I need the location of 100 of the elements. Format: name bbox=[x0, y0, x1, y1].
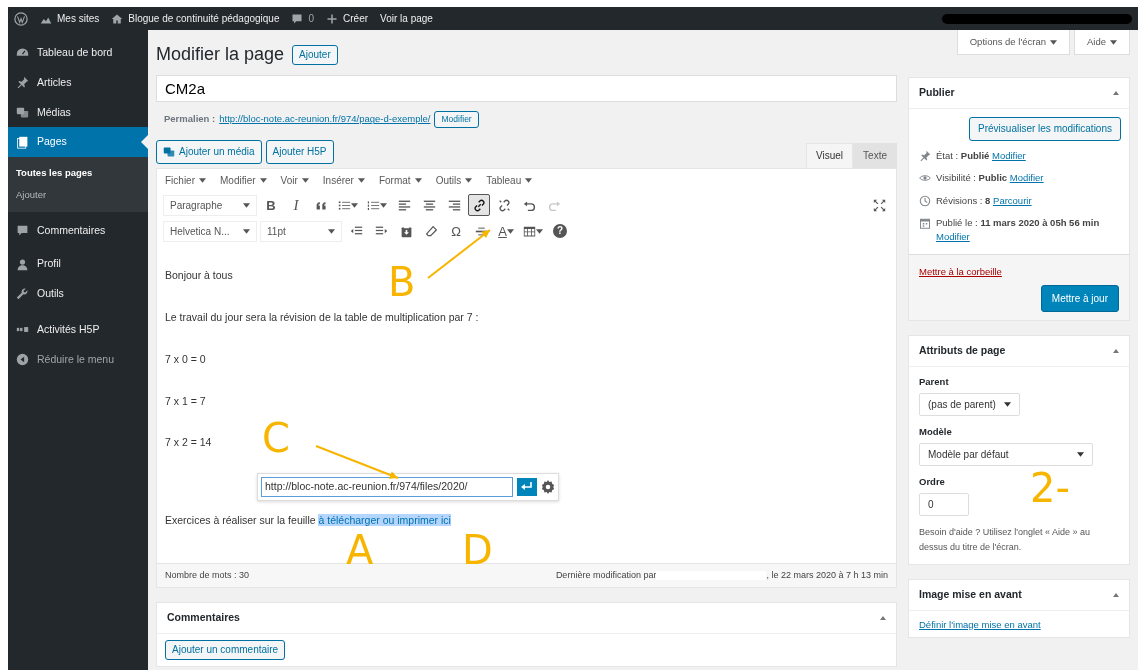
redo-icon bbox=[547, 199, 561, 212]
wrench-icon bbox=[16, 287, 29, 301]
order-field[interactable]: 0 bbox=[919, 493, 969, 517]
panel-title: Attributs de page bbox=[919, 342, 1006, 358]
edit-permalink-button[interactable]: Modifier bbox=[434, 110, 479, 129]
screen-tab[interactable]: Aide bbox=[1074, 30, 1130, 56]
sidebar-item[interactable]: Commentaires bbox=[8, 215, 148, 246]
modify-link[interactable]: Modifier bbox=[1009, 172, 1044, 184]
caret-icon bbox=[351, 203, 358, 208]
pin-icon bbox=[16, 76, 29, 90]
modify-link[interactable]: Modifier bbox=[992, 150, 1026, 161]
caret-icon bbox=[1003, 401, 1011, 407]
settings-icon[interactable] bbox=[541, 480, 555, 495]
align-center-icon bbox=[422, 199, 436, 212]
media-icon bbox=[16, 105, 29, 119]
modify-link[interactable]: Modifier bbox=[936, 231, 970, 242]
editor-menu[interactable]: Modifier bbox=[220, 173, 267, 189]
field-label: Modèle bbox=[919, 424, 953, 439]
editor-menu[interactable]: Fichier bbox=[165, 173, 206, 189]
toolbar-button[interactable]: A bbox=[495, 220, 517, 243]
panel-title: Commentaires bbox=[167, 610, 240, 626]
sidebar-item[interactable]: Activités H5P bbox=[8, 314, 148, 345]
add-new-button[interactable]: Ajouter bbox=[292, 44, 338, 65]
template-dropdown[interactable]: Modèle par défaut bbox=[919, 443, 1093, 466]
sidebar-item[interactable]: Profil bbox=[8, 249, 148, 279]
url-field[interactable]: http://bloc-note.ac-reunion.fr/974/files/2020/ bbox=[261, 477, 513, 497]
add-comment-button[interactable]: Ajouter un commentaire bbox=[165, 640, 286, 661]
title-field[interactable]: CM2a bbox=[156, 74, 897, 102]
comment-icon bbox=[291, 12, 304, 25]
toolbar-button[interactable]: Ω bbox=[445, 220, 467, 243]
panel-title: Publier bbox=[919, 85, 955, 101]
field-label: Ordre bbox=[919, 475, 946, 489]
editor-menu[interactable]: Voir bbox=[280, 173, 309, 189]
numbered-list-icon bbox=[367, 199, 380, 212]
preview-button[interactable]: Prévisualiser les modifications bbox=[969, 117, 1121, 141]
set-featured-image-link[interactable]: Définir l'image mise en avant bbox=[919, 618, 1041, 630]
media-button[interactable]: Ajouter un média bbox=[156, 140, 262, 165]
admin-bar-link[interactable]: 0 bbox=[291, 11, 315, 26]
admin-bar-link[interactable]: Mes sites bbox=[40, 11, 100, 26]
submenu-item[interactable]: Toutes les pages bbox=[8, 162, 148, 185]
caret-icon bbox=[525, 178, 533, 184]
wordpress-logo-icon[interactable] bbox=[14, 11, 28, 26]
editor-menu[interactable]: Format bbox=[378, 173, 422, 189]
editor-menu[interactable]: Insérer bbox=[322, 173, 365, 189]
sidebar-item[interactable]: Outils bbox=[8, 279, 148, 309]
permalink-label: Permalien : bbox=[164, 112, 216, 127]
caret-icon bbox=[259, 178, 267, 184]
caret-icon bbox=[357, 178, 365, 184]
clipboard-icon bbox=[399, 225, 413, 238]
parent-dropdown[interactable]: (pas de parent) bbox=[919, 392, 1020, 416]
sidebar-item[interactable]: Tableau de bord bbox=[8, 38, 148, 68]
sidebar-item[interactable]: Pages bbox=[8, 127, 148, 157]
modify-link[interactable]: Parcourir bbox=[993, 194, 1032, 206]
permalink-link[interactable]: http://bloc-note.ac-reunion.fr/974/page-d-exemple/ bbox=[219, 112, 431, 127]
unlink-icon bbox=[497, 199, 511, 212]
sidebar-item[interactable]: Articles bbox=[8, 67, 148, 98]
editor-tab[interactable]: Texte bbox=[853, 143, 897, 169]
comment-icon bbox=[16, 223, 29, 237]
submenu-item[interactable]: Ajouter bbox=[8, 184, 148, 207]
admin-bar-link[interactable]: Blogue de continuité pédagogique bbox=[111, 11, 280, 26]
sidebar-item[interactable]: Réduire le menu bbox=[8, 344, 148, 375]
toolbar-button[interactable]: B bbox=[260, 194, 282, 217]
toolbar-dropdown[interactable]: Helvetica N... bbox=[163, 221, 257, 242]
last-modified-date: , le 22 mars 2020 à 7 h 13 min bbox=[766, 569, 888, 582]
editor-tab[interactable]: Visuel bbox=[806, 143, 854, 169]
fullscreen-icon bbox=[872, 199, 886, 212]
sidebar-item[interactable]: Médias bbox=[8, 97, 148, 128]
caret-icon bbox=[199, 178, 206, 184]
caret-icon bbox=[414, 178, 422, 184]
update-button[interactable]: Mettre à jour bbox=[1040, 284, 1119, 312]
last-modified-label: Dernière modification par bbox=[555, 569, 657, 582]
pages-icon bbox=[16, 135, 29, 149]
trash-link[interactable]: Mettre à la corbeille bbox=[919, 266, 1002, 278]
media-button[interactable]: Ajouter H5P bbox=[265, 140, 334, 165]
word-count: Nombre de mots : 30 bbox=[165, 569, 250, 582]
screen-tab[interactable]: Options de l'écran bbox=[956, 30, 1070, 56]
caret-icon bbox=[506, 229, 514, 234]
clock-icon bbox=[919, 194, 931, 207]
bullet-list-icon bbox=[338, 199, 351, 212]
admin-bar-link[interactable]: Créer bbox=[326, 11, 369, 26]
align-left-icon bbox=[397, 199, 411, 212]
annotation-letter: 2- bbox=[1030, 468, 1070, 508]
toolbar-dropdown[interactable]: Paragraphe bbox=[163, 195, 257, 216]
paragraph-text: 7 x 0 = 0 bbox=[165, 352, 206, 367]
toolbar-button[interactable]: I bbox=[285, 194, 307, 217]
editor-menu[interactable]: Tableau bbox=[486, 173, 533, 189]
toolbar-button[interactable] bbox=[468, 194, 490, 217]
caret-icon bbox=[1110, 39, 1117, 45]
toolbar-dropdown[interactable]: 11pt bbox=[260, 221, 342, 242]
toolbar-button[interactable]: ? bbox=[549, 220, 571, 243]
annotation-letter: B bbox=[388, 262, 416, 302]
editor-menu[interactable]: Outils bbox=[435, 173, 473, 189]
apply-link-button[interactable] bbox=[517, 478, 537, 497]
publish-info: État : Publié Modifier bbox=[936, 149, 1026, 163]
plus-icon bbox=[326, 12, 339, 25]
admin-bar-link[interactable]: Voir la page bbox=[380, 11, 433, 26]
caret-icon bbox=[243, 229, 250, 234]
caret-icon bbox=[380, 203, 387, 208]
field-label: Parent bbox=[919, 374, 950, 389]
selected-link-text[interactable]: à télécharger ou imprimer ici bbox=[318, 514, 451, 526]
